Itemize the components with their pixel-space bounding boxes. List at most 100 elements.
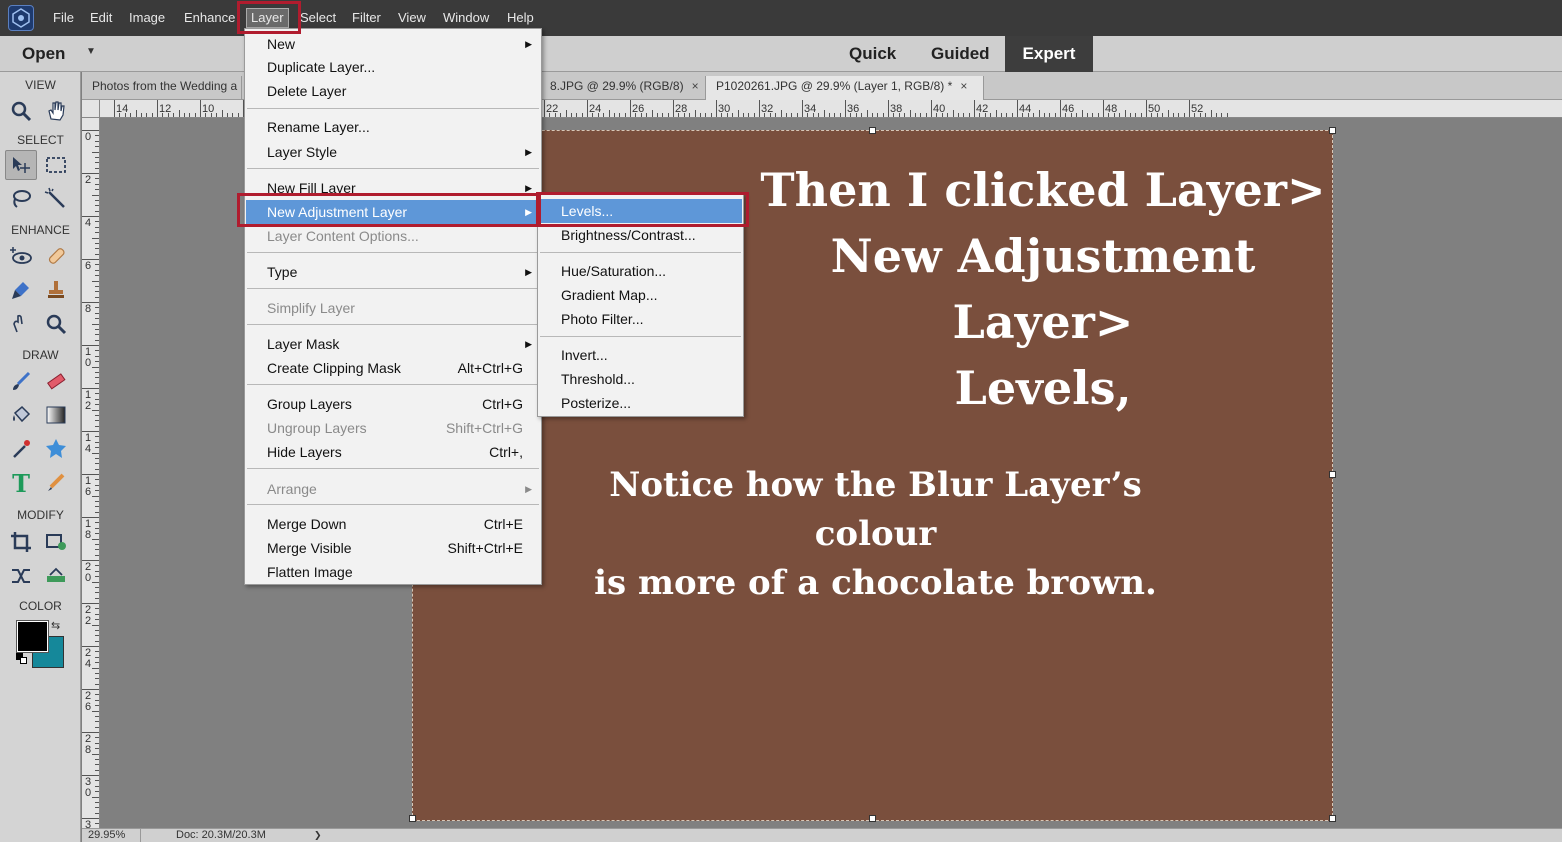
smart-brush-tool-icon[interactable] (5, 275, 37, 305)
spot-healing-tool-icon[interactable] (40, 241, 72, 271)
close-tab-icon[interactable]: × (960, 79, 967, 93)
eyedropper-tool-icon[interactable] (5, 434, 37, 464)
status-menu-arrow-icon[interactable]: ❯ (314, 829, 322, 842)
menu-separator (247, 288, 539, 289)
menu-file[interactable]: File (53, 9, 74, 27)
ruler-label: 4 (85, 217, 92, 229)
ruler-tick (1103, 100, 1104, 117)
doc-tab-p1020261[interactable]: P1020261.JPG @ 29.9% (Layer 1, RGB/8) * × (706, 76, 984, 100)
eye-tool-icon[interactable] (5, 241, 37, 271)
paint-bucket-tool-icon[interactable] (5, 400, 37, 430)
menu-item-layer-content-options[interactable]: Layer Content Options... (246, 224, 540, 248)
type-tool-icon[interactable]: T (5, 468, 37, 498)
tab-expert[interactable]: Expert (1005, 36, 1093, 72)
menu-item-hide-layers[interactable]: Hide Layers Ctrl+, (246, 440, 540, 464)
transform-handle[interactable] (1329, 815, 1336, 822)
default-colors-icon[interactable] (16, 653, 27, 664)
ruler-tick (92, 624, 99, 626)
submenu-item-photo-filter[interactable]: Photo Filter... (539, 307, 742, 331)
ruler-tick (95, 613, 99, 615)
submenu-item-gradient-map[interactable]: Gradient Map... (539, 283, 742, 307)
menu-item-layer-style[interactable]: Layer Style ▶ (246, 140, 540, 164)
menu-item-delete-layer[interactable]: Delete Layer (246, 79, 540, 103)
menu-item-group-layers[interactable]: Group Layers Ctrl+G (246, 392, 540, 416)
recompose-tool-icon[interactable] (40, 527, 72, 557)
ruler-tick (95, 629, 99, 631)
menu-window[interactable]: Window (443, 9, 489, 27)
ruler-tick (576, 113, 578, 117)
menu-item-merge-down[interactable]: Merge Down Ctrl+E (246, 512, 540, 536)
swap-colors-icon[interactable]: ⇆ (51, 619, 60, 632)
menu-item-new[interactable]: New ▶ (246, 32, 540, 56)
menu-filter[interactable]: Filter (352, 9, 381, 27)
eraser-tool-icon[interactable] (40, 366, 72, 396)
ruler-label: 3 (85, 819, 92, 829)
menu-select[interactable]: Select (300, 9, 336, 27)
menu-item-ungroup-layers[interactable]: Ungroup Layers Shift+Ctrl+G (246, 416, 540, 440)
menu-item-new-fill-layer[interactable]: New Fill Layer ▶ (246, 176, 540, 200)
pencil-tool-icon[interactable] (40, 468, 72, 498)
menu-item-rename-layer[interactable]: Rename Layer... (246, 115, 540, 139)
menu-item-label: Layer Style (267, 144, 338, 160)
hand-tool-icon[interactable] (40, 96, 72, 126)
clone-stamp-tool-icon[interactable] (40, 275, 72, 305)
submenu-item-levels[interactable]: Levels... (539, 199, 742, 223)
lasso-tool-icon[interactable] (5, 184, 37, 214)
close-tab-icon[interactable]: × (692, 79, 699, 93)
open-button[interactable]: Open (22, 44, 65, 64)
content-aware-move-tool-icon[interactable] (5, 561, 37, 591)
crop-tool-icon[interactable] (5, 527, 37, 557)
submenu-item-threshold[interactable]: Threshold... (539, 367, 742, 391)
menu-item-arrange[interactable]: Arrange ▶ (246, 477, 540, 501)
menu-help[interactable]: Help (507, 9, 534, 27)
menu-view[interactable]: View (398, 9, 426, 27)
ruler-tick (941, 113, 943, 117)
menu-item-duplicate-layer[interactable]: Duplicate Layer... (246, 55, 540, 79)
submenu-item-brightness-contrast[interactable]: Brightness/Contrast... (539, 223, 742, 247)
ruler-tick (95, 328, 99, 330)
doc-tab-jpg[interactable]: 8.JPG @ 29.9% (RGB/8) × (540, 76, 706, 100)
custom-shape-tool-icon[interactable] (40, 434, 72, 464)
smudge-tool-icon[interactable] (5, 309, 37, 339)
menu-edit[interactable]: Edit (90, 9, 112, 27)
menu-enhance[interactable]: Enhance (184, 9, 235, 27)
ruler-tick (95, 162, 99, 164)
ruler-tick (95, 457, 99, 459)
gradient-tool-icon[interactable] (40, 400, 72, 430)
menu-layer[interactable]: Layer (246, 8, 289, 28)
zoom-level[interactable]: 29.95% (88, 829, 125, 842)
sponge-zoom-tool-icon[interactable] (40, 309, 72, 339)
app-logo-icon[interactable] (8, 5, 34, 31)
transform-handle[interactable] (869, 815, 876, 822)
menu-item-merge-visible[interactable]: Merge Visible Shift+Ctrl+E (246, 536, 540, 560)
foreground-color-swatch[interactable] (16, 620, 49, 653)
doc-tab-wedding[interactable]: Photos from the Wedding a (82, 76, 242, 100)
open-dropdown-caret-icon[interactable]: ▼ (86, 46, 96, 57)
marquee-tool-icon[interactable] (40, 150, 72, 180)
menu-item-label: Group Layers (267, 396, 352, 412)
menu-item-new-adjustment-layer[interactable]: New Adjustment Layer ▶ (246, 200, 540, 224)
menu-item-layer-mask[interactable]: Layer Mask ▶ (246, 332, 540, 356)
tab-quick[interactable]: Quick (849, 44, 896, 64)
menu-item-type[interactable]: Type ▶ (246, 260, 540, 284)
transform-handle[interactable] (1329, 127, 1336, 134)
zoom-tool-icon[interactable] (5, 96, 37, 126)
straighten-tool-icon[interactable] (40, 561, 72, 591)
move-tool-icon[interactable] (5, 150, 37, 180)
ruler-tick (95, 565, 99, 567)
tab-guided[interactable]: Guided (931, 44, 990, 64)
transform-handle[interactable] (869, 127, 876, 134)
menu-item-simplify-layer[interactable]: Simplify Layer (246, 296, 540, 320)
menu-item-flatten-image[interactable]: Flatten Image (246, 560, 540, 584)
transform-handle[interactable] (1329, 471, 1336, 478)
menu-image[interactable]: Image (129, 9, 165, 27)
submenu-item-invert[interactable]: Invert... (539, 343, 742, 367)
submenu-item-posterize[interactable]: Posterize... (539, 391, 742, 415)
ruler-tick (82, 345, 99, 346)
ruler-tick (95, 570, 99, 572)
brush-tool-icon[interactable] (5, 366, 37, 396)
submenu-item-hue-saturation[interactable]: Hue/Saturation... (539, 259, 742, 283)
transform-handle[interactable] (409, 815, 416, 822)
magic-wand-tool-icon[interactable] (40, 184, 72, 214)
menu-item-create-clipping-mask[interactable]: Create Clipping Mask Alt+Ctrl+G (246, 356, 540, 380)
